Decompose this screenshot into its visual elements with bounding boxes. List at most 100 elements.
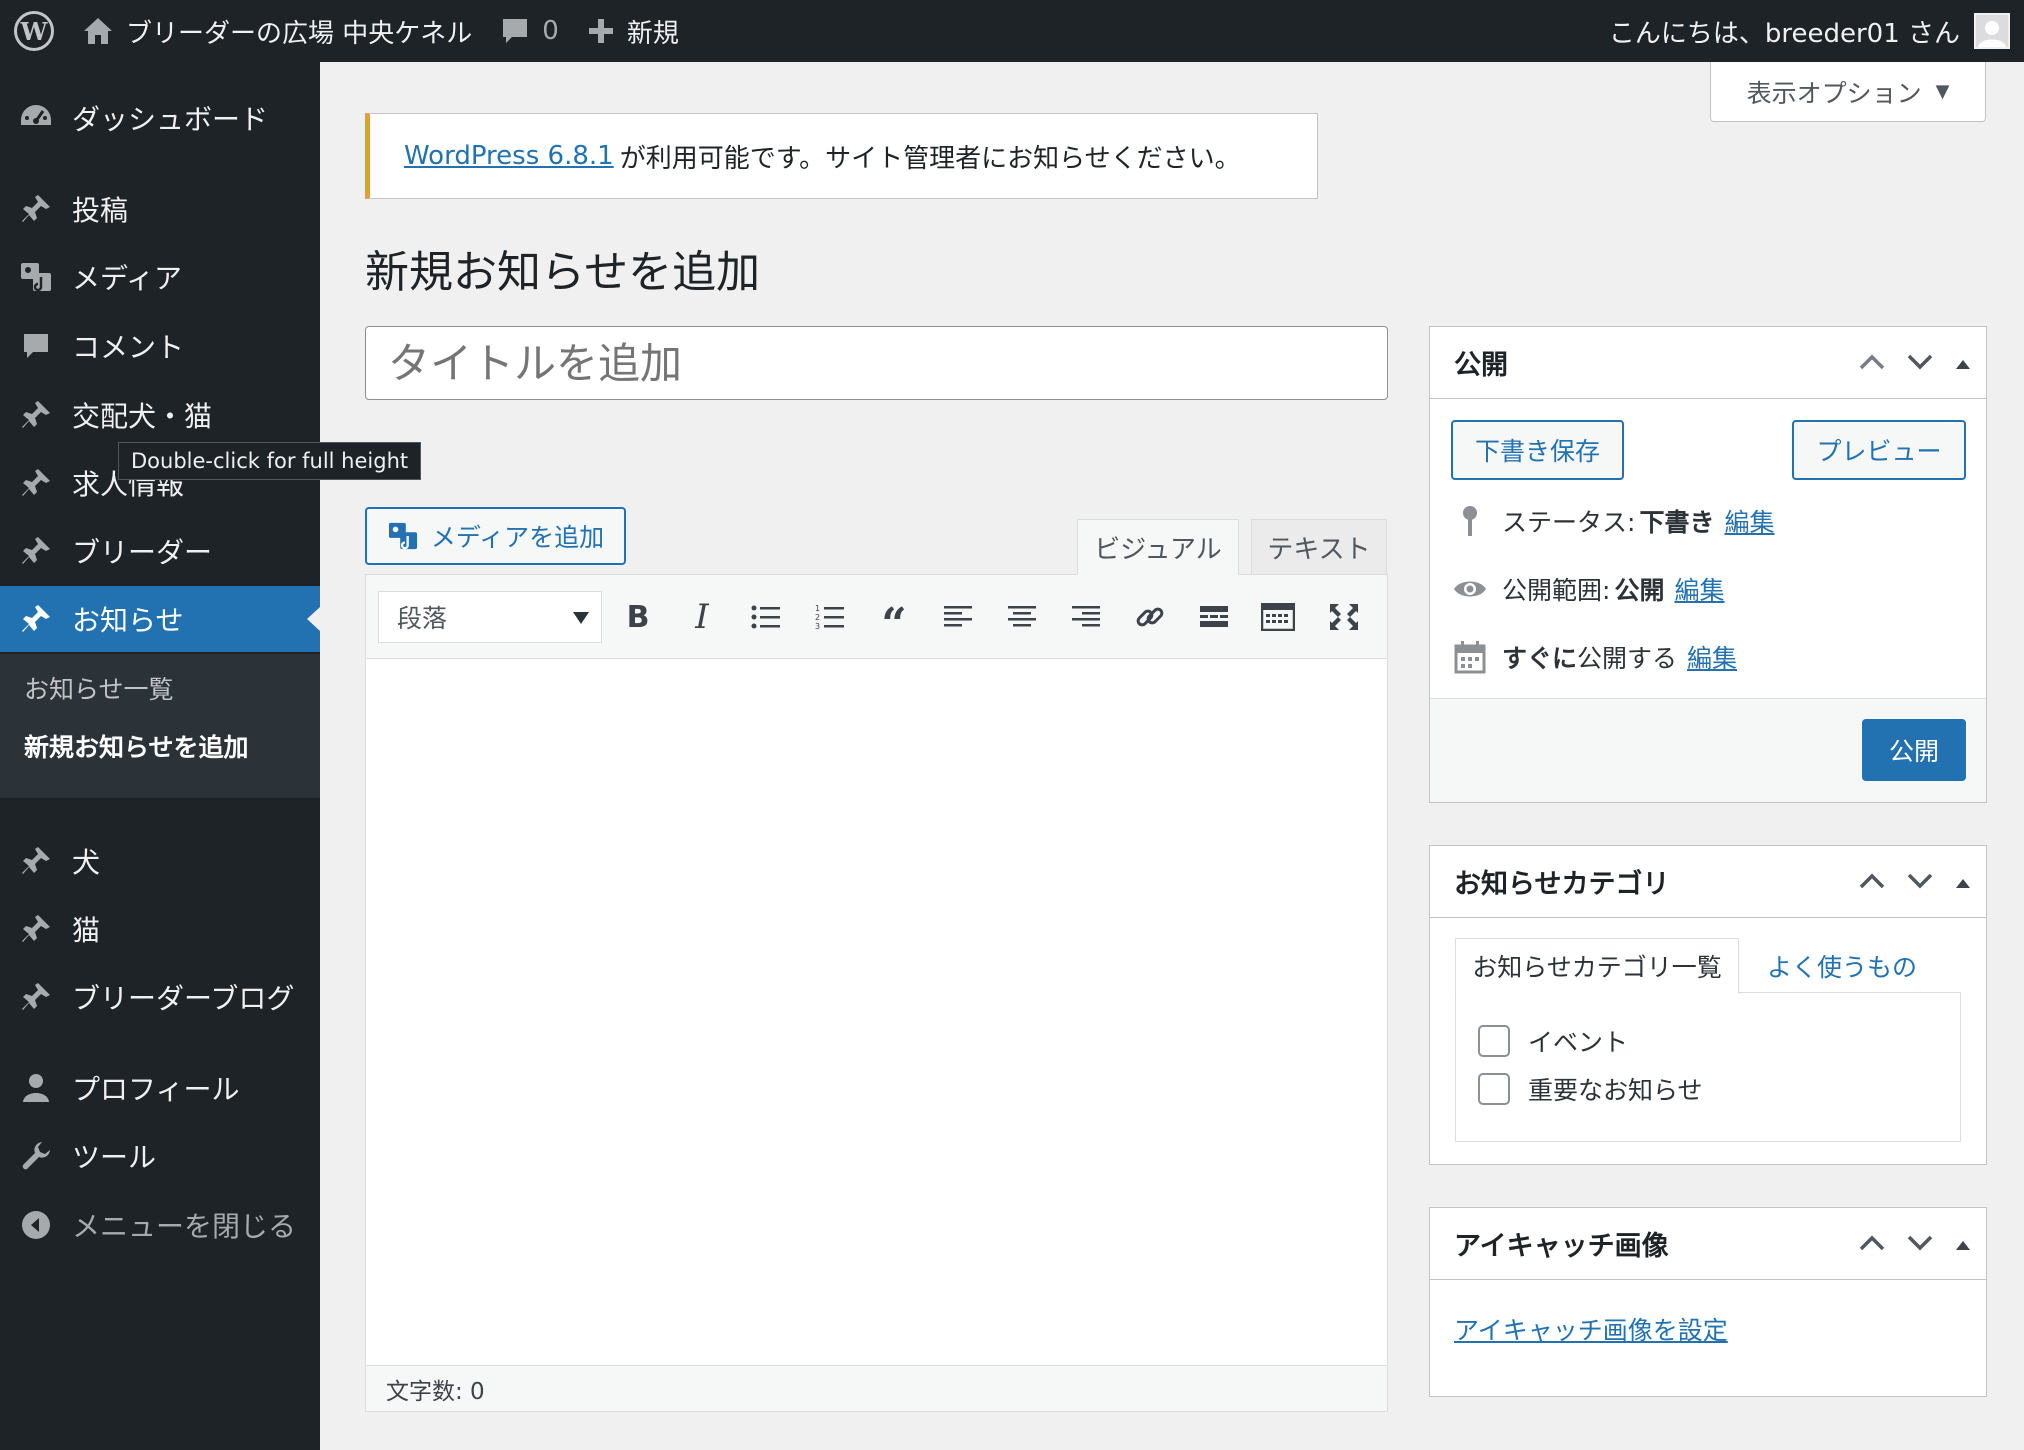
category-checkbox[interactable] <box>1478 1073 1510 1105</box>
toolbar-toggle-icon[interactable] <box>1254 593 1302 641</box>
add-media-label: メディアを追加 <box>430 523 605 552</box>
align-left-icon[interactable] <box>934 593 982 641</box>
schedule-row: すぐに 公開する 編集 <box>1452 639 1737 675</box>
location-pin-icon <box>1452 503 1488 539</box>
category-checkbox[interactable] <box>1478 1025 1510 1057</box>
move-up-icon[interactable] <box>1858 866 1886 897</box>
tab-popular-categories[interactable]: よく使うもの <box>1752 938 1932 994</box>
menu-posts[interactable]: 投稿 <box>0 176 320 242</box>
menu-breeders[interactable]: ブリーダー <box>0 518 320 584</box>
plus-icon <box>587 17 615 45</box>
category-box-header: お知らせカテゴリ <box>1430 846 1986 918</box>
my-account-link[interactable]: こんにちは、breeder01 さん <box>1595 0 2024 62</box>
user-icon <box>18 1070 54 1106</box>
svg-text:3: 3 <box>815 622 820 631</box>
edit-schedule-link[interactable]: 編集 <box>1687 639 1737 675</box>
site-name: ブリーダーの広場 中央ケネル <box>126 18 473 49</box>
media-icon <box>18 259 54 295</box>
pin-icon <box>18 979 54 1015</box>
menu-label: プロフィール <box>72 1073 240 1106</box>
move-down-icon[interactable] <box>1906 347 1934 378</box>
preview-button[interactable]: プレビュー <box>1792 420 1966 480</box>
menu-news[interactable]: お知らせ <box>0 586 320 652</box>
menu-label: ツール <box>72 1141 157 1174</box>
menu-label: 交配犬・猫 <box>72 400 213 433</box>
save-draft-button[interactable]: 下書き保存 <box>1451 420 1624 480</box>
add-media-button[interactable]: メディアを追加 <box>365 507 626 565</box>
triangle-down-icon: ▼ <box>1935 81 1950 102</box>
format-value: 段落 <box>397 604 448 633</box>
menu-dashboard[interactable]: ダッシュボード <box>0 85 320 151</box>
schedule-immediate: すぐに <box>1502 644 1578 673</box>
tab-visual[interactable]: ビジュアル <box>1077 519 1239 575</box>
menu-label: ブリーダー <box>72 536 213 569</box>
eye-icon <box>1452 571 1488 607</box>
publish-box-header: 公開 <box>1430 327 1986 399</box>
wordpress-update-link[interactable]: WordPress 6.8.1 <box>404 141 614 171</box>
pin-icon <box>18 465 54 501</box>
italic-icon[interactable]: I <box>678 593 726 641</box>
align-right-icon[interactable] <box>1062 593 1110 641</box>
move-down-icon[interactable] <box>1906 1228 1934 1259</box>
toggle-panel-icon[interactable] <box>1954 866 1972 897</box>
numbered-list-icon[interactable]: 123 <box>806 593 854 641</box>
collapse-icon <box>18 1207 54 1243</box>
link-icon[interactable] <box>1126 593 1174 641</box>
menu-breeder-blog[interactable]: ブリーダーブログ <box>0 964 320 1030</box>
move-up-icon[interactable] <box>1858 1228 1886 1259</box>
blockquote-icon[interactable]: “ <box>870 593 918 647</box>
svg-text:2: 2 <box>815 613 820 622</box>
format-select[interactable]: 段落 <box>378 591 602 643</box>
publish-button[interactable]: 公開 <box>1862 719 1966 781</box>
edit-status-link[interactable]: 編集 <box>1724 503 1774 539</box>
menu-dogs[interactable]: 犬 <box>0 828 320 894</box>
set-featured-image-link[interactable]: アイキャッチ画像を設定 <box>1454 1311 1728 1347</box>
tab-text[interactable]: テキスト <box>1251 519 1387 575</box>
menu-comments[interactable]: コメント <box>0 313 320 379</box>
wp-logo-menu[interactable]: W <box>0 0 68 62</box>
menu-collapse[interactable]: メニューを閉じる <box>0 1192 320 1258</box>
post-title-input[interactable] <box>365 326 1388 400</box>
new-content-link[interactable]: 新規 <box>573 0 693 62</box>
fullscreen-icon[interactable] <box>1320 593 1368 641</box>
caret-down-icon <box>573 612 589 624</box>
submenu-news-list[interactable]: お知らせ一覧 <box>24 670 174 706</box>
category-box: お知らせカテゴリ お知らせカテゴリ一覧 よく使うもの イベント 重要なお知らせ <box>1429 845 1987 1165</box>
featured-image-box: アイキャッチ画像 アイキャッチ画像を設定 <box>1429 1207 1987 1397</box>
bold-icon[interactable]: B <box>614 593 662 641</box>
align-center-icon[interactable] <box>998 593 1046 641</box>
menu-label: 犬 <box>72 846 101 879</box>
svg-text:1: 1 <box>815 604 820 613</box>
admin-menu: ダッシュボード 投稿 メディア コメント 交配犬・猫 求人情報 ブリーダー お知… <box>0 62 320 1450</box>
screen-options-button[interactable]: 表示オプション ▼ <box>1710 62 1986 122</box>
menu-profile[interactable]: プロフィール <box>0 1055 320 1121</box>
page-title: 新規お知らせを追加 <box>365 247 761 298</box>
tab-all-categories[interactable]: お知らせカテゴリ一覧 <box>1455 938 1739 994</box>
move-up-icon[interactable] <box>1858 347 1886 378</box>
pin-icon <box>18 397 54 433</box>
dashboard-icon <box>18 100 54 136</box>
admin-bar: W ブリーダーの広場 中央ケネル 0 新規 こんにちは、breeder01 さん <box>0 0 2024 62</box>
status-value: 下書き <box>1639 508 1715 537</box>
notice-text: が利用可能です。サイト管理者にお知らせください。 <box>619 143 1241 174</box>
editor-content-area[interactable] <box>366 659 1387 1365</box>
toggle-panel-icon[interactable] <box>1954 1228 1972 1259</box>
home-icon <box>82 16 114 46</box>
publish-box: 公開 下書き保存 プレビュー ステータス: 下書き 編集 公開範囲: 公開 編集… <box>1429 326 1987 803</box>
site-name-link[interactable]: ブリーダーの広場 中央ケネル <box>68 0 486 62</box>
read-more-icon[interactable] <box>1190 593 1238 641</box>
category-item[interactable]: イベント <box>1478 1023 1628 1059</box>
menu-label: コメント <box>72 331 185 364</box>
menu-tools[interactable]: ツール <box>0 1123 320 1189</box>
bullet-list-icon[interactable] <box>742 593 790 641</box>
publish-box-title: 公開 <box>1454 350 1508 381</box>
menu-mating[interactable]: 交配犬・猫 <box>0 382 320 448</box>
submenu-add-news[interactable]: 新規お知らせを追加 <box>24 728 249 764</box>
toggle-panel-icon[interactable] <box>1954 347 1972 378</box>
menu-media[interactable]: メディア <box>0 244 320 310</box>
comments-link[interactable]: 0 <box>486 0 573 62</box>
move-down-icon[interactable] <box>1906 866 1934 897</box>
edit-visibility-link[interactable]: 編集 <box>1674 571 1724 607</box>
menu-cats[interactable]: 猫 <box>0 896 320 962</box>
category-item[interactable]: 重要なお知らせ <box>1478 1071 1703 1107</box>
